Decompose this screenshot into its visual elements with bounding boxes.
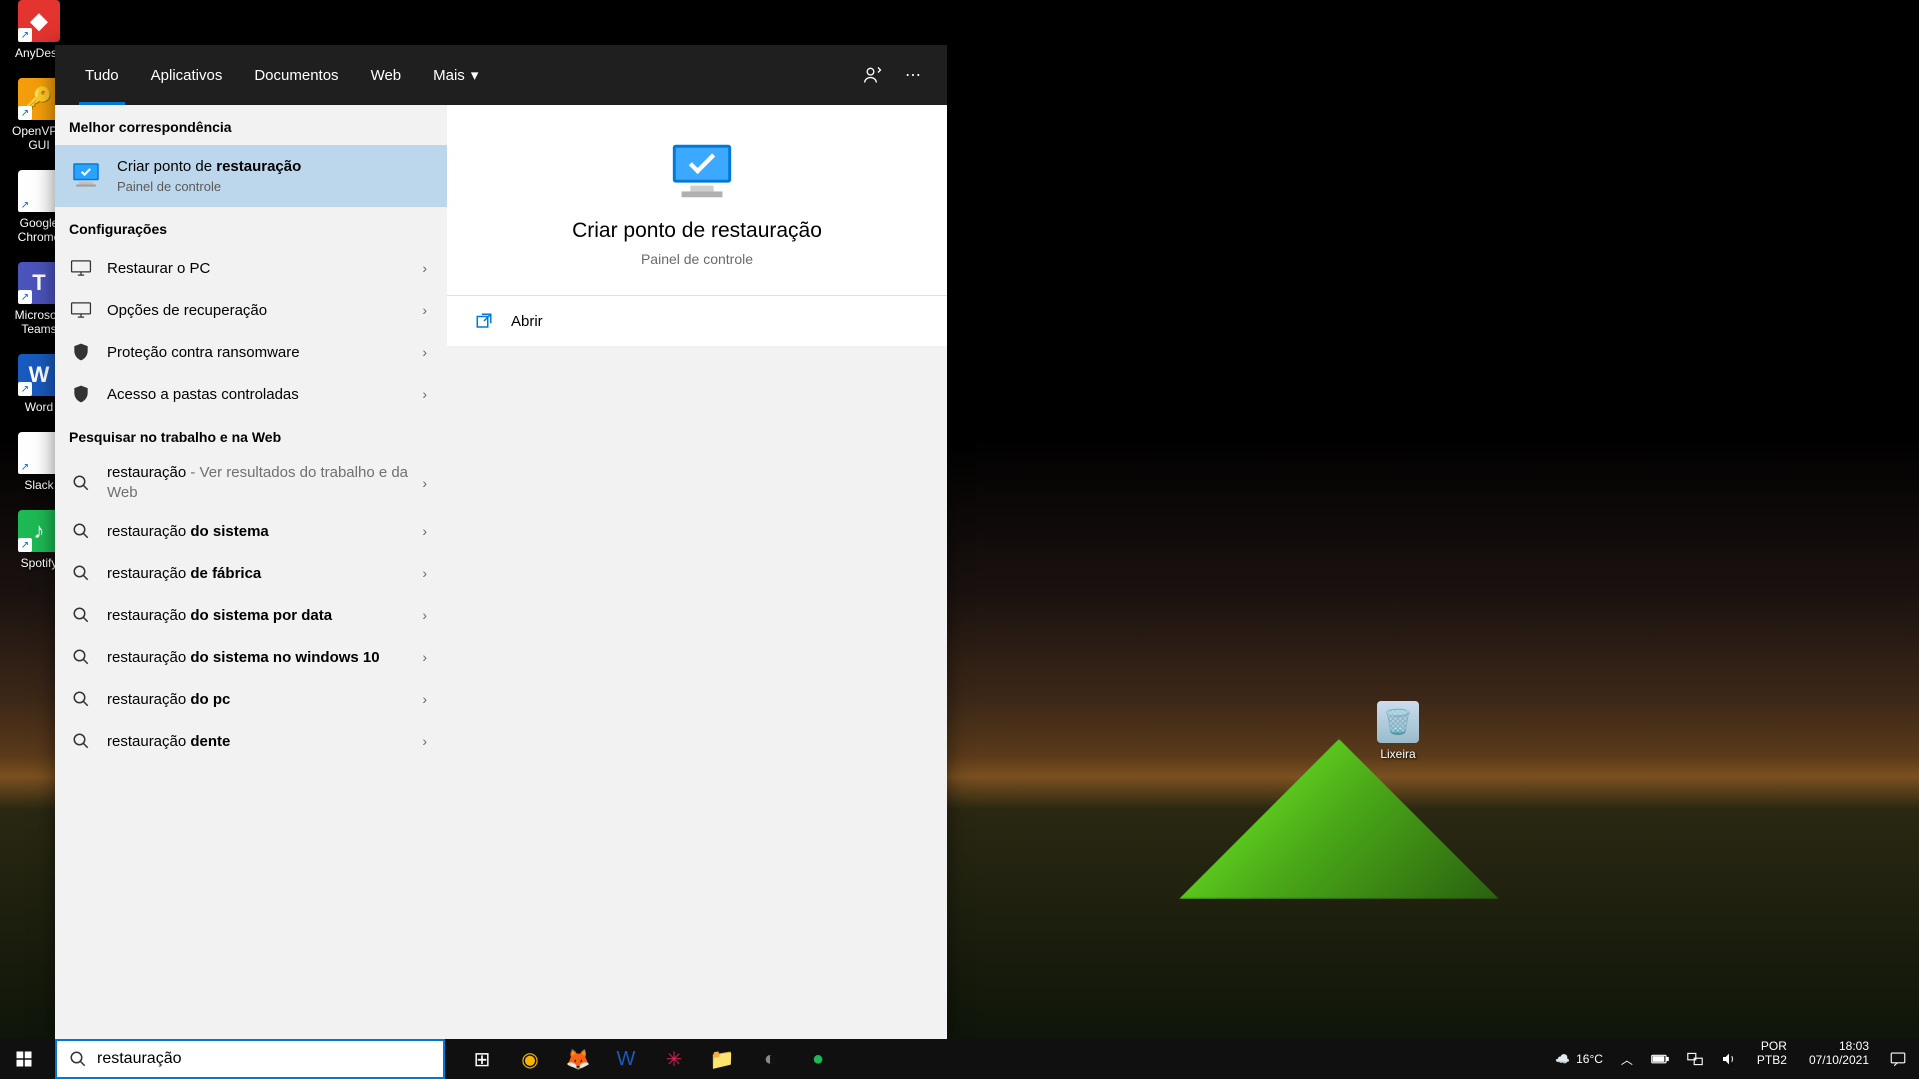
chevron-right-icon: › — [416, 649, 433, 665]
web-search-item[interactable]: restauração do sistema› — [55, 510, 447, 552]
chevron-right-icon: › — [416, 475, 433, 491]
settings-item[interactable]: Opções de recuperação› — [55, 289, 447, 331]
search-icon — [69, 603, 93, 627]
preview-monitor-icon — [667, 141, 727, 201]
shield-icon — [69, 382, 93, 406]
feedback-icon[interactable] — [853, 55, 893, 95]
best-match-result[interactable]: Criar ponto de restauração Painel de con… — [55, 145, 447, 207]
tab-all[interactable]: Tudo — [69, 45, 135, 105]
action-open[interactable]: Abrir — [447, 296, 947, 346]
search-tabs: Tudo Aplicativos Documentos Web Mais ▾ ⋯ — [55, 45, 947, 105]
search-icon — [69, 687, 93, 711]
search-icon — [69, 471, 93, 495]
tray-chevron-icon[interactable]: ︿ — [1617, 1039, 1637, 1079]
system-tray: ☁️ 16°C ︿ POR PTB2 18:03 07/10/2021 — [1551, 1039, 1919, 1079]
best-match-header: Melhor correspondência — [55, 105, 447, 145]
language-indicator[interactable]: POR PTB2 — [1751, 1039, 1793, 1079]
search-icon — [69, 1050, 87, 1068]
chevron-right-icon: › — [416, 302, 433, 318]
photoscape-icon: ◐ — [764, 1048, 776, 1071]
results-left-pane: Melhor correspondência Criar ponto de re… — [55, 105, 447, 1039]
clock[interactable]: 18:03 07/10/2021 — [1803, 1039, 1875, 1079]
search-input[interactable] — [97, 1050, 431, 1068]
tab-docs[interactable]: Documentos — [238, 45, 354, 105]
chevron-right-icon: › — [416, 607, 433, 623]
weather-widget[interactable]: ☁️ 16°C — [1551, 1039, 1607, 1079]
chevron-right-icon: › — [416, 344, 433, 360]
weather-icon: ☁️ — [1555, 1052, 1570, 1066]
settings-item[interactable]: Restaurar o PC› — [55, 247, 447, 289]
chevron-right-icon: › — [416, 691, 433, 707]
web-search-item[interactable]: restauração do sistema no windows 10› — [55, 636, 447, 678]
taskbar-explorer[interactable]: 📁 — [698, 1039, 746, 1079]
battery-icon[interactable] — [1647, 1039, 1673, 1079]
slack-icon: ✳ — [666, 1047, 683, 1072]
taskbar-slack[interactable]: ✳ — [650, 1039, 698, 1079]
web-search-item[interactable]: restauração de fábrica› — [55, 552, 447, 594]
chevron-right-icon: › — [416, 386, 433, 402]
chevron-right-icon: › — [416, 523, 433, 539]
search-icon — [69, 645, 93, 669]
tab-apps[interactable]: Aplicativos — [135, 45, 239, 105]
taskbar-word[interactable]: W — [602, 1039, 650, 1079]
action-open-label: Abrir — [511, 313, 543, 330]
web-search-item[interactable]: restauração dente› — [55, 720, 447, 762]
preview-subtitle: Painel de controle — [641, 251, 753, 267]
spotify-icon: ● — [812, 1048, 824, 1071]
monitor-check-icon — [69, 159, 103, 193]
search-box[interactable] — [55, 1039, 445, 1079]
taskbar-spotify[interactable]: ● — [794, 1039, 842, 1079]
task-view-icon: ⊞ — [474, 1047, 491, 1072]
preview-title: Criar ponto de restauração — [572, 219, 822, 243]
search-icon — [69, 519, 93, 543]
recycle-bin[interactable]: 🗑️ Lixeira — [1367, 701, 1429, 761]
search-panel: Tudo Aplicativos Documentos Web Mais ▾ ⋯… — [55, 45, 947, 1039]
search-icon — [69, 729, 93, 753]
tab-web[interactable]: Web — [355, 45, 418, 105]
more-options-icon[interactable]: ⋯ — [893, 55, 933, 95]
notifications-icon[interactable] — [1885, 1039, 1911, 1079]
settings-item[interactable]: Proteção contra ransomware› — [55, 331, 447, 373]
taskbar-chrome[interactable]: ◉ — [506, 1039, 554, 1079]
taskbar-photoscape[interactable]: ◐ — [746, 1039, 794, 1079]
shield-icon — [69, 340, 93, 364]
web-search-item[interactable]: restauração - Ver resultados do trabalho… — [55, 455, 447, 510]
pc-icon — [69, 256, 93, 280]
volume-icon[interactable] — [1717, 1039, 1741, 1079]
taskbar-firefox[interactable]: 🦊 — [554, 1039, 602, 1079]
web-search-item[interactable]: restauração do sistema por data› — [55, 594, 447, 636]
preview-card: Criar ponto de restauração Painel de con… — [447, 105, 947, 296]
start-button[interactable] — [0, 1039, 48, 1079]
chevron-right-icon: › — [416, 260, 433, 276]
chrome-icon: ◉ — [521, 1047, 538, 1072]
network-icon[interactable] — [1683, 1039, 1707, 1079]
web-search-item[interactable]: restauração do pc› — [55, 678, 447, 720]
web-header: Pesquisar no trabalho e na Web — [55, 415, 447, 455]
word-icon: W — [617, 1048, 636, 1071]
recycle-bin-label: Lixeira — [1380, 747, 1415, 761]
chevron-right-icon: › — [416, 565, 433, 581]
explorer-icon: 📁 — [710, 1047, 735, 1072]
settings-header: Configurações — [55, 207, 447, 247]
chevron-right-icon: › — [416, 733, 433, 749]
settings-item[interactable]: Acesso a pastas controladas› — [55, 373, 447, 415]
search-icon — [69, 561, 93, 585]
pc-icon — [69, 298, 93, 322]
firefox-icon: 🦊 — [566, 1047, 591, 1072]
taskbar-task-view[interactable]: ⊞ — [458, 1039, 506, 1079]
taskbar-apps: ⊞ ◉ 🦊 W ✳ 📁 ◐ ● — [458, 1039, 842, 1079]
results-right-pane: Criar ponto de restauração Painel de con… — [447, 105, 947, 1039]
chevron-down-icon: ▾ — [471, 66, 479, 84]
tab-more[interactable]: Mais ▾ — [417, 45, 494, 105]
open-icon — [475, 312, 495, 330]
